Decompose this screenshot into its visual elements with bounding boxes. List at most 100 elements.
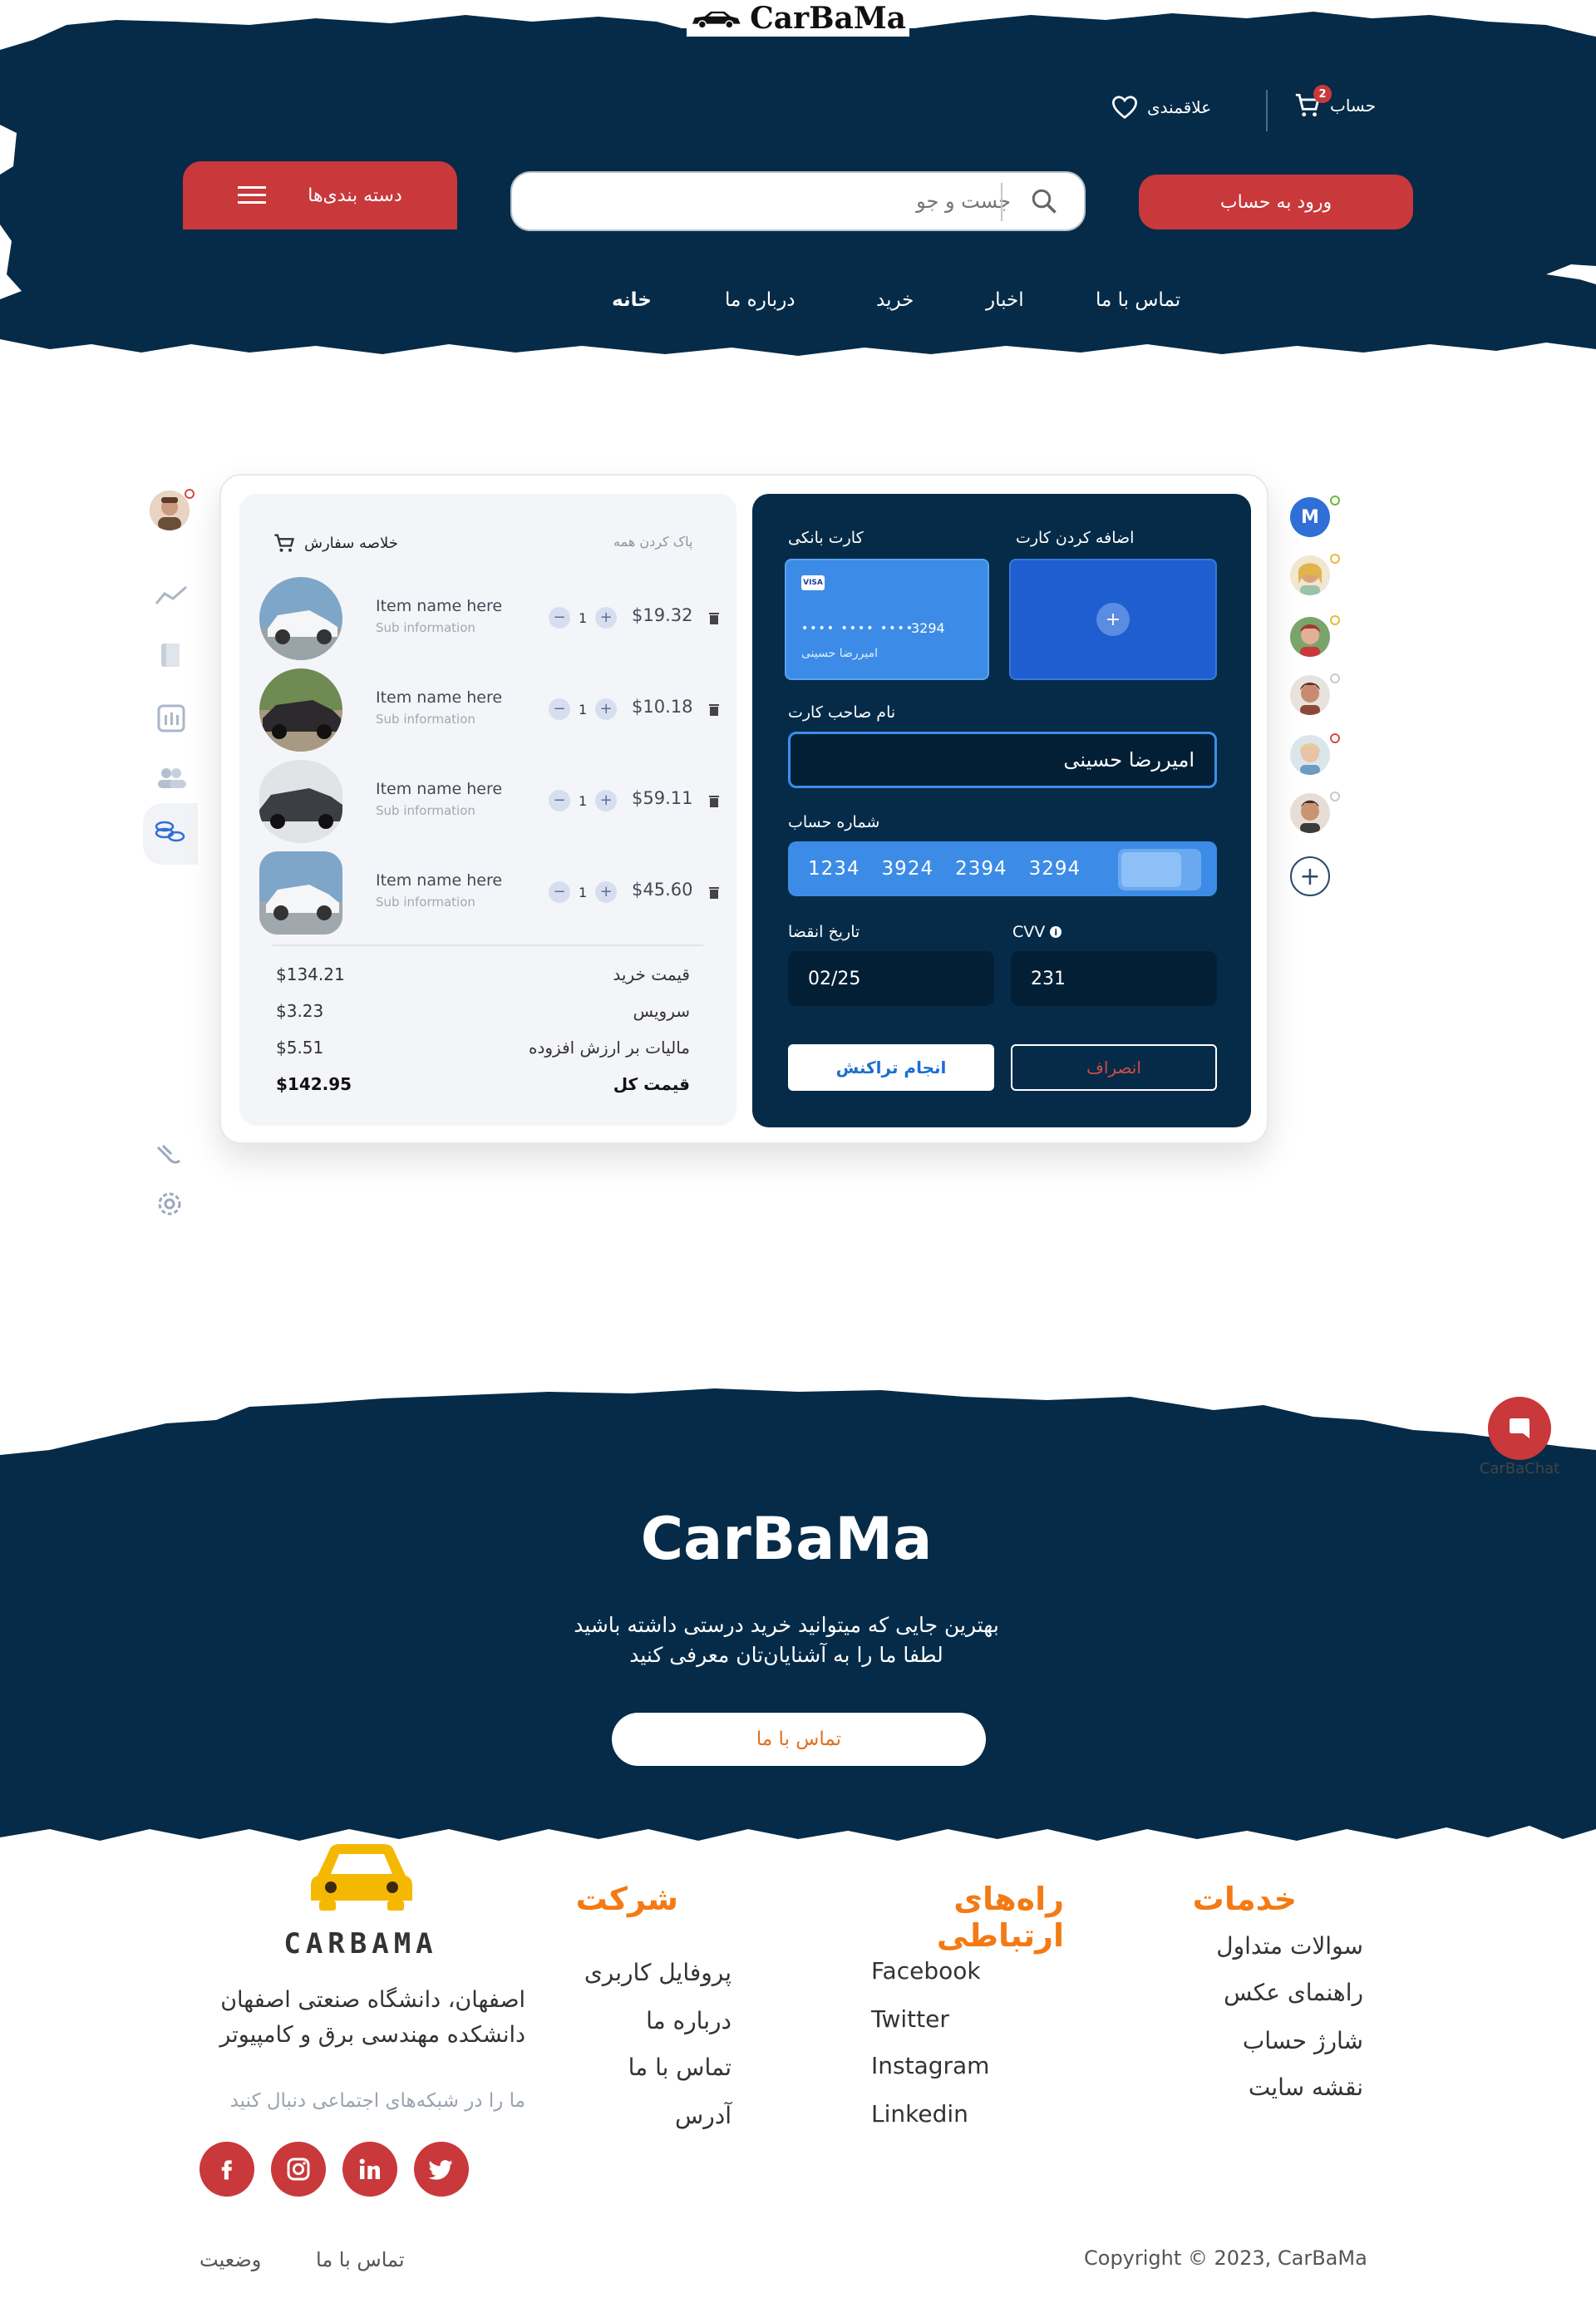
increase-button[interactable]: +	[595, 881, 618, 903]
decrease-button[interactable]: −	[549, 881, 570, 903]
footer-brand: CarBaMa	[640, 1505, 933, 1573]
decrease-button[interactable]: −	[549, 698, 570, 720]
site-logo[interactable]: CarBaMa	[687, 0, 909, 37]
trash-icon[interactable]	[708, 793, 720, 808]
chat-button[interactable]	[1488, 1397, 1551, 1460]
total-label: قیمت کل	[613, 1074, 690, 1094]
channel-link-facebook[interactable]: Facebook	[871, 1957, 981, 1985]
decrease-button[interactable]: −	[549, 790, 570, 811]
login-button[interactable]: ورود به حساب	[1139, 175, 1413, 229]
chart-line-icon[interactable]	[153, 582, 190, 609]
item-sub: Sub information	[376, 620, 475, 635]
item-price: $45.60	[632, 880, 693, 900]
confirm-transaction-button[interactable]: انجام تراکنش	[788, 1044, 994, 1091]
trash-icon[interactable]	[708, 885, 720, 900]
status-dot	[1330, 792, 1340, 801]
card-holder-small: امیررضا حسینی	[801, 647, 878, 660]
contact-avatar[interactable]	[1290, 555, 1330, 595]
contact-avatar[interactable]	[1290, 735, 1330, 775]
twitter-button[interactable]	[414, 2142, 469, 2197]
footer-contact-button[interactable]: تماس با ما	[612, 1713, 986, 1766]
cvv-label: CVV	[1012, 923, 1046, 941]
cancel-button[interactable]: انصراف	[1011, 1044, 1217, 1091]
linkedin-button[interactable]	[342, 2142, 397, 2197]
company-link[interactable]: درباره ما	[582, 2007, 732, 2034]
trash-icon[interactable]	[708, 610, 720, 625]
categories-button[interactable]: دسته بندی‌ها	[183, 161, 457, 229]
account-link[interactable]: حساب	[1293, 91, 1376, 120]
plug-icon[interactable]	[153, 1142, 183, 1167]
increase-button[interactable]: +	[595, 607, 618, 629]
search-box[interactable]	[510, 171, 1086, 231]
copyright: Copyright © 2023, CarBaMa	[1084, 2246, 1367, 2270]
linkedin-icon	[359, 2158, 380, 2179]
bottom-link-contact[interactable]: تماس با ما	[316, 2248, 405, 2271]
expiry-field[interactable]: 02/25	[788, 951, 994, 1006]
nav-about[interactable]: درباره ما	[725, 289, 796, 311]
service-label: سرویس	[633, 1001, 690, 1021]
service-link[interactable]: راهنمای عکس	[1197, 1979, 1363, 2006]
account-group: 3924	[881, 858, 934, 880]
trash-icon[interactable]	[708, 702, 720, 717]
status-dot	[1330, 733, 1340, 743]
cvv-field[interactable]: 231	[1011, 951, 1217, 1006]
service-link[interactable]: سوالات متداول	[1197, 1932, 1363, 1960]
tax-label: مالیات بر ارزش افزوده	[528, 1038, 690, 1058]
quantity-stepper: − 1 +	[549, 698, 618, 720]
user-avatar[interactable]	[150, 491, 190, 530]
card-holder-field[interactable]: امیررضا حسینی	[788, 732, 1217, 788]
service-link[interactable]: نقشه سایت	[1197, 2074, 1363, 2101]
info-icon[interactable]: i	[1050, 926, 1062, 938]
bottom-link-status[interactable]: وضعیت	[200, 2248, 261, 2271]
nav-news[interactable]: اخبار	[986, 289, 1024, 311]
account-group: 3294	[1028, 858, 1081, 880]
calendar-icon[interactable]	[156, 703, 186, 733]
bank-card[interactable]: VISA •••• •••• •••• 3294 امیررضا حسینی	[785, 559, 989, 680]
search-icon[interactable]	[1029, 186, 1059, 216]
header-divider	[1266, 90, 1268, 131]
coins-icon[interactable]	[153, 818, 186, 846]
add-card-button[interactable]: +	[1009, 559, 1217, 680]
users-icon[interactable]	[155, 765, 188, 792]
clear-all-link[interactable]: پاک کردن همه	[613, 534, 692, 550]
gear-icon[interactable]	[155, 1189, 185, 1219]
channel-link-twitter[interactable]: Twitter	[871, 2005, 949, 2033]
book-icon[interactable]	[156, 640, 186, 670]
card-last4: 3294	[911, 620, 945, 636]
quantity-stepper: − 1 +	[549, 607, 618, 629]
follow-text: ما را در شبکه‌های اجتماعی دنبال کنید	[229, 2090, 525, 2112]
favorites-link[interactable]: علاقمندی	[1111, 95, 1211, 120]
status-dot	[1330, 496, 1340, 505]
cart-item: Item name here Sub information − 1 + $59…	[259, 760, 725, 851]
nav-home[interactable]: خانه	[612, 289, 652, 311]
expiry-label: تاریخ انقضا	[788, 923, 860, 941]
company-link[interactable]: تماس با ما	[582, 2054, 732, 2081]
contact-avatar[interactable]	[1290, 617, 1330, 657]
total-value: $142.95	[276, 1074, 352, 1094]
instagram-button[interactable]	[271, 2142, 326, 2197]
cart-item: Item name here Sub information − 1 + $45…	[259, 851, 725, 943]
services-title: خدمات	[1192, 1881, 1297, 1917]
decrease-button[interactable]: −	[549, 607, 570, 629]
company-link[interactable]: آدرس	[582, 2102, 732, 2129]
status-dot	[1330, 615, 1340, 625]
service-link[interactable]: شارژ حساب	[1197, 2027, 1363, 2054]
heart-icon	[1111, 96, 1138, 119]
contact-avatar[interactable]: M	[1290, 497, 1330, 537]
account-number-label: شماره حساب	[788, 813, 880, 831]
item-name: Item name here	[376, 597, 503, 615]
contact-avatar[interactable]	[1290, 793, 1330, 833]
search-input[interactable]	[545, 185, 1011, 218]
nav-contact[interactable]: تماس با ما	[1096, 289, 1180, 311]
channel-link-linkedin[interactable]: Linkedin	[871, 2100, 968, 2128]
add-contact-icon[interactable]: +	[1290, 856, 1330, 896]
company-link[interactable]: پروفایل کاربری	[582, 1959, 732, 1986]
channel-link-instagram[interactable]: Instagram	[871, 2052, 989, 2079]
increase-button[interactable]: +	[595, 790, 618, 811]
item-qty: 1	[579, 609, 588, 626]
nav-shop[interactable]: خرید	[876, 289, 914, 311]
increase-button[interactable]: +	[595, 698, 618, 720]
facebook-button[interactable]	[200, 2142, 254, 2197]
account-toggle[interactable]	[1118, 849, 1201, 890]
contact-avatar[interactable]	[1290, 675, 1330, 715]
